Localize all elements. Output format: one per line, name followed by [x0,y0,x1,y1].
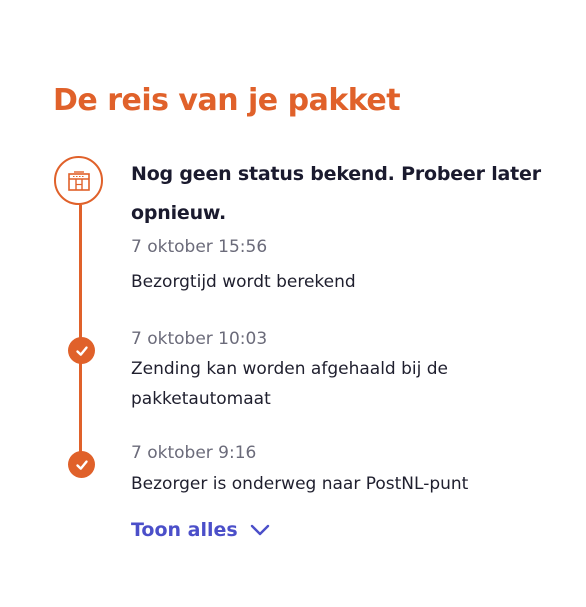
show-all-button[interactable]: Toon alles [131,515,270,545]
page-title: De reis van je pakket [53,83,401,118]
current-status-description: Bezorgtijd wordt berekend [131,272,356,292]
current-status-text: Nog geen status bekend. Probeer later op… [131,163,541,224]
event-check-marker [68,337,95,364]
timeline-line [79,205,82,463]
current-status-timestamp: 7 oktober 15:56 [131,237,268,257]
chevron-down-icon [250,524,270,536]
event-check-marker [68,451,95,478]
event-timestamp: 7 oktober 9:16 [131,443,257,463]
show-all-label: Toon alles [131,519,238,541]
event-timestamp: 7 oktober 10:03 [131,329,268,349]
parcel-locker-icon [67,170,90,191]
event-description: Bezorger is onderweg naar PostNL-punt [131,474,469,494]
current-status-marker [54,156,103,205]
checkmark-icon [75,459,88,470]
checkmark-icon [75,345,88,356]
event-description: Zending kan worden afgehaald bij de pakk… [131,359,448,409]
